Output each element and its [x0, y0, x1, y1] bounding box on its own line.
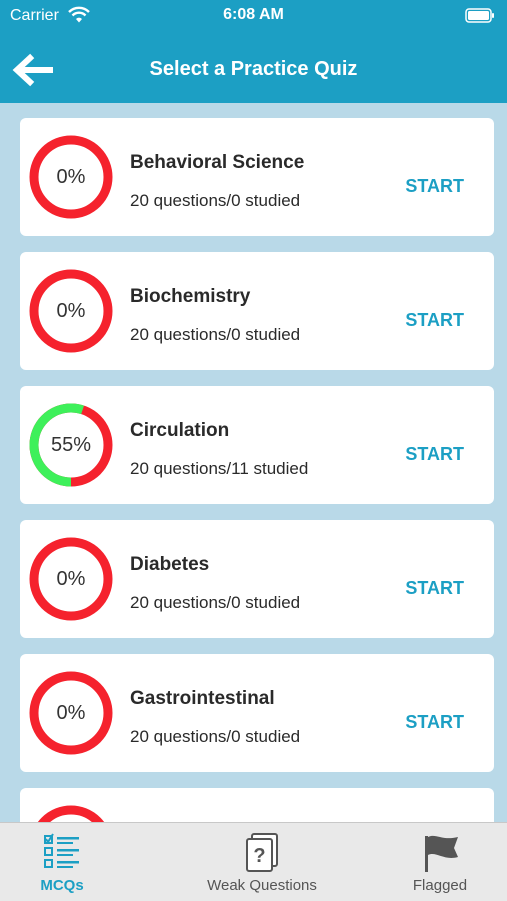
quiz-card-behavioral-science[interactable]: 0% Behavioral Science 20 questions/0 stu…: [20, 118, 494, 236]
progress-percent: 0%: [56, 701, 86, 724]
tab-label: Flagged: [412, 877, 468, 894]
quiz-summary: 20 questions/0 studied: [130, 727, 301, 746]
quiz-title: Diabetes: [130, 554, 210, 575]
quiz-card-gastrointestinal[interactable]: 0% Gastrointestinal 20 questions/0 studi…: [20, 654, 494, 772]
quiz-title: Circulation: [130, 420, 230, 441]
quiz-summary: 20 questions/0 studied: [130, 593, 301, 612]
start-button[interactable]: START: [405, 310, 464, 331]
progress-percent: 55%: [50, 433, 92, 456]
quiz-card-circulation[interactable]: 55% Circulation 20 questions/11 studied …: [20, 386, 494, 504]
start-button[interactable]: START: [405, 578, 464, 599]
progress-percent: 0%: [56, 567, 86, 590]
start-button[interactable]: START: [405, 176, 464, 197]
progress-percent: 0%: [56, 299, 86, 322]
quiz-title: Behavioral Science: [130, 152, 305, 173]
battery-icon: [465, 8, 494, 23]
progress-percent: 0%: [56, 165, 86, 188]
page-title: Select a Practice Quiz: [149, 58, 358, 80]
quiz-card-biochemistry[interactable]: 0% Biochemistry 20 questions/0 studied S…: [20, 252, 494, 370]
tab-weak-questions[interactable]: ? Weak Questions: [190, 823, 334, 901]
quiz-summary: 20 questions/0 studied: [130, 191, 301, 210]
quiz-card-partial[interactable]: [20, 788, 494, 822]
flag-icon: [425, 835, 458, 872]
app-header: Carrier 6:08 AM Select a Practice Quiz: [0, 0, 507, 103]
tab-flagged[interactable]: Flagged: [388, 823, 492, 901]
quiz-list[interactable]: 0% Behavioral Science 20 questions/0 stu…: [20, 118, 494, 822]
tab-mcqs[interactable]: MCQs: [0, 823, 124, 901]
svg-text:?: ?: [253, 845, 265, 867]
quiz-summary: 20 questions/11 studied: [130, 459, 309, 478]
tab-bar: MCQs ? Weak Questions Flagged: [0, 822, 507, 901]
status-time: 6:08 AM: [223, 6, 284, 23]
tab-label: Weak Questions: [207, 877, 317, 894]
start-button[interactable]: START: [405, 712, 464, 733]
quiz-title: Gastrointestinal: [130, 688, 275, 709]
mcq-list-icon: [44, 833, 79, 868]
quiz-title: Biochemistry: [130, 286, 251, 307]
progress-ring: [37, 805, 105, 822]
tab-label: MCQs: [40, 877, 84, 894]
start-button[interactable]: START: [405, 444, 464, 465]
quiz-summary: 20 questions/0 studied: [130, 325, 301, 344]
quiz-card-diabetes[interactable]: 0% Diabetes 20 questions/0 studied START: [20, 520, 494, 638]
weak-questions-icon: ?: [246, 833, 278, 872]
status-bar: Carrier 6:08 AM: [0, 0, 507, 32]
